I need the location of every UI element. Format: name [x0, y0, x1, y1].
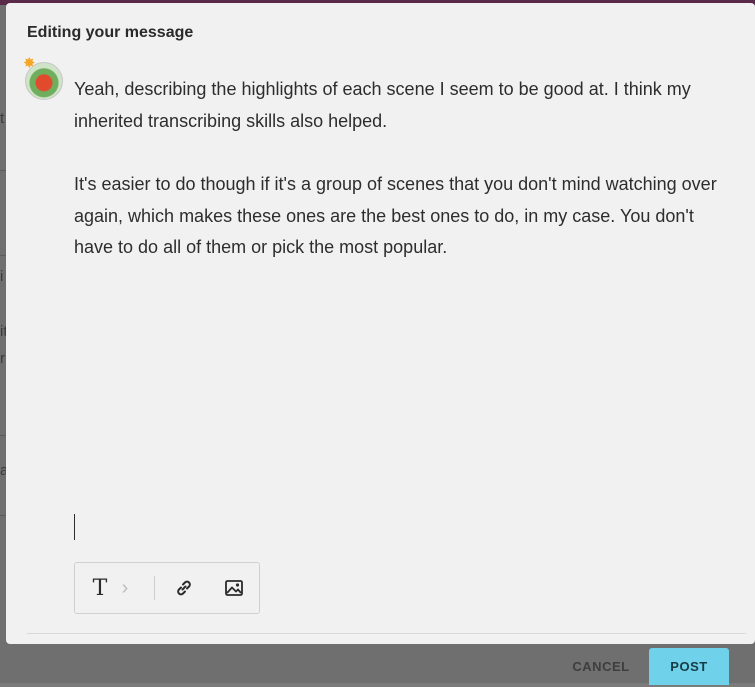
chevron-right-icon[interactable]: ›	[117, 563, 133, 613]
link-icon-svg	[177, 580, 191, 596]
background-text-fragment: t	[0, 110, 5, 127]
image-icon-svg	[225, 580, 243, 596]
text-cursor	[74, 514, 75, 540]
background-text-fragment: i	[0, 268, 4, 285]
message-paragraph: It's easier to do though if it's a group…	[74, 174, 717, 257]
background-bottom-strip	[0, 683, 755, 687]
modal-title: Editing your message	[27, 24, 194, 41]
toolbar-separator	[154, 576, 155, 600]
image-icon[interactable]	[221, 563, 247, 613]
text-format-icon[interactable]: T	[89, 563, 111, 613]
formatting-toolbar: T ›	[74, 562, 260, 614]
background-text-fragment: r	[0, 350, 5, 367]
edit-message-modal: Editing your message ✸ Yeah, describing …	[6, 3, 755, 644]
star-badge-icon: ✸	[23, 55, 36, 72]
footer-divider	[27, 633, 746, 634]
post-button[interactable]: POST	[649, 648, 729, 685]
message-paragraph: Yeah, describing the highlights of each …	[74, 79, 691, 131]
link-icon[interactable]	[171, 563, 197, 613]
cancel-button[interactable]: CANCEL	[566, 648, 636, 684]
message-editor[interactable]: Yeah, describing the highlights of each …	[74, 74, 724, 296]
